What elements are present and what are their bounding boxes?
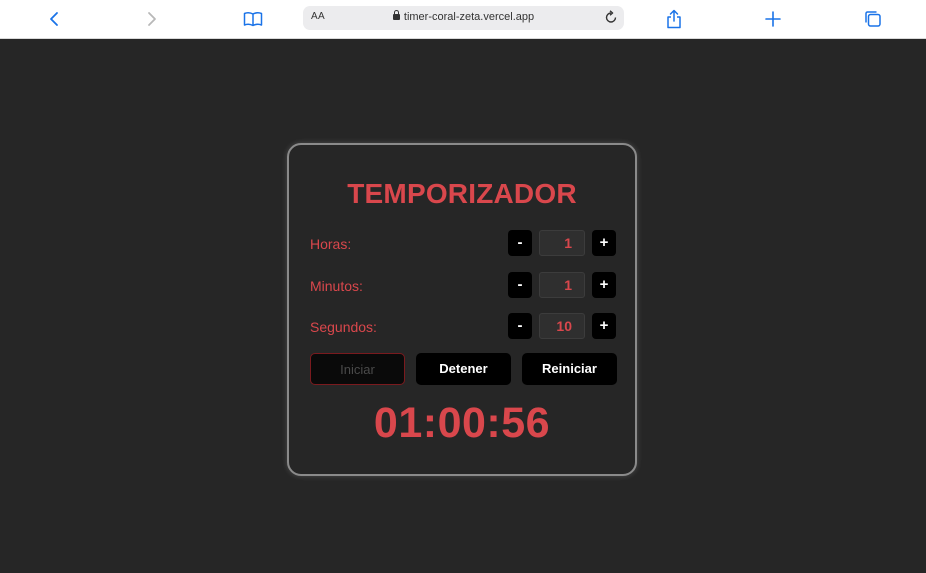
forward-icon[interactable] bbox=[141, 8, 163, 30]
seconds-increment-button[interactable]: + bbox=[592, 313, 616, 339]
back-icon[interactable] bbox=[43, 8, 65, 30]
new-tab-icon[interactable] bbox=[762, 8, 784, 30]
timer-display: 01:00:56 bbox=[373, 399, 551, 447]
hours-increment-button[interactable]: + bbox=[592, 230, 616, 256]
share-icon[interactable] bbox=[663, 8, 685, 30]
reset-button[interactable]: Reiniciar bbox=[522, 353, 617, 385]
bookmarks-icon[interactable] bbox=[242, 8, 264, 30]
lock-icon bbox=[392, 10, 400, 20]
address-bar[interactable]: AA timer-coral-zeta.vercel.app bbox=[303, 6, 624, 30]
minutes-row: Minutos: - 1 + bbox=[310, 272, 618, 300]
action-buttons: Iniciar Detener Reiniciar bbox=[310, 353, 618, 385]
seconds-label: Segundos: bbox=[310, 319, 377, 335]
start-button[interactable]: Iniciar bbox=[310, 353, 405, 385]
seconds-decrement-button[interactable]: - bbox=[508, 313, 532, 339]
page-title: TEMPORIZADOR bbox=[347, 178, 577, 209]
minutes-label: Minutos: bbox=[310, 278, 363, 294]
minutes-input[interactable]: 1 bbox=[539, 272, 585, 298]
hours-row: Horas: - 1 + bbox=[310, 230, 618, 258]
seconds-row: Segundos: - 10 + bbox=[310, 313, 618, 341]
stop-button[interactable]: Detener bbox=[416, 353, 511, 385]
hours-input[interactable]: 1 bbox=[539, 230, 585, 256]
seconds-input[interactable]: 10 bbox=[539, 313, 585, 339]
url-text: timer-coral-zeta.vercel.app bbox=[403, 11, 535, 23]
hours-label: Horas: bbox=[310, 236, 352, 252]
minutes-decrement-button[interactable]: - bbox=[508, 272, 532, 298]
reload-icon[interactable] bbox=[604, 9, 618, 30]
timer-card: TEMPORIZADOR Horas: - 1 + Minutos: - 1 +… bbox=[287, 143, 637, 476]
minutes-increment-button[interactable]: + bbox=[592, 272, 616, 298]
tabs-overview-icon[interactable] bbox=[862, 8, 884, 30]
url-display: timer-coral-zeta.vercel.app bbox=[303, 10, 624, 23]
hours-decrement-button[interactable]: - bbox=[508, 230, 532, 256]
browser-toolbar: AA timer-coral-zeta.vercel.app bbox=[0, 0, 926, 39]
